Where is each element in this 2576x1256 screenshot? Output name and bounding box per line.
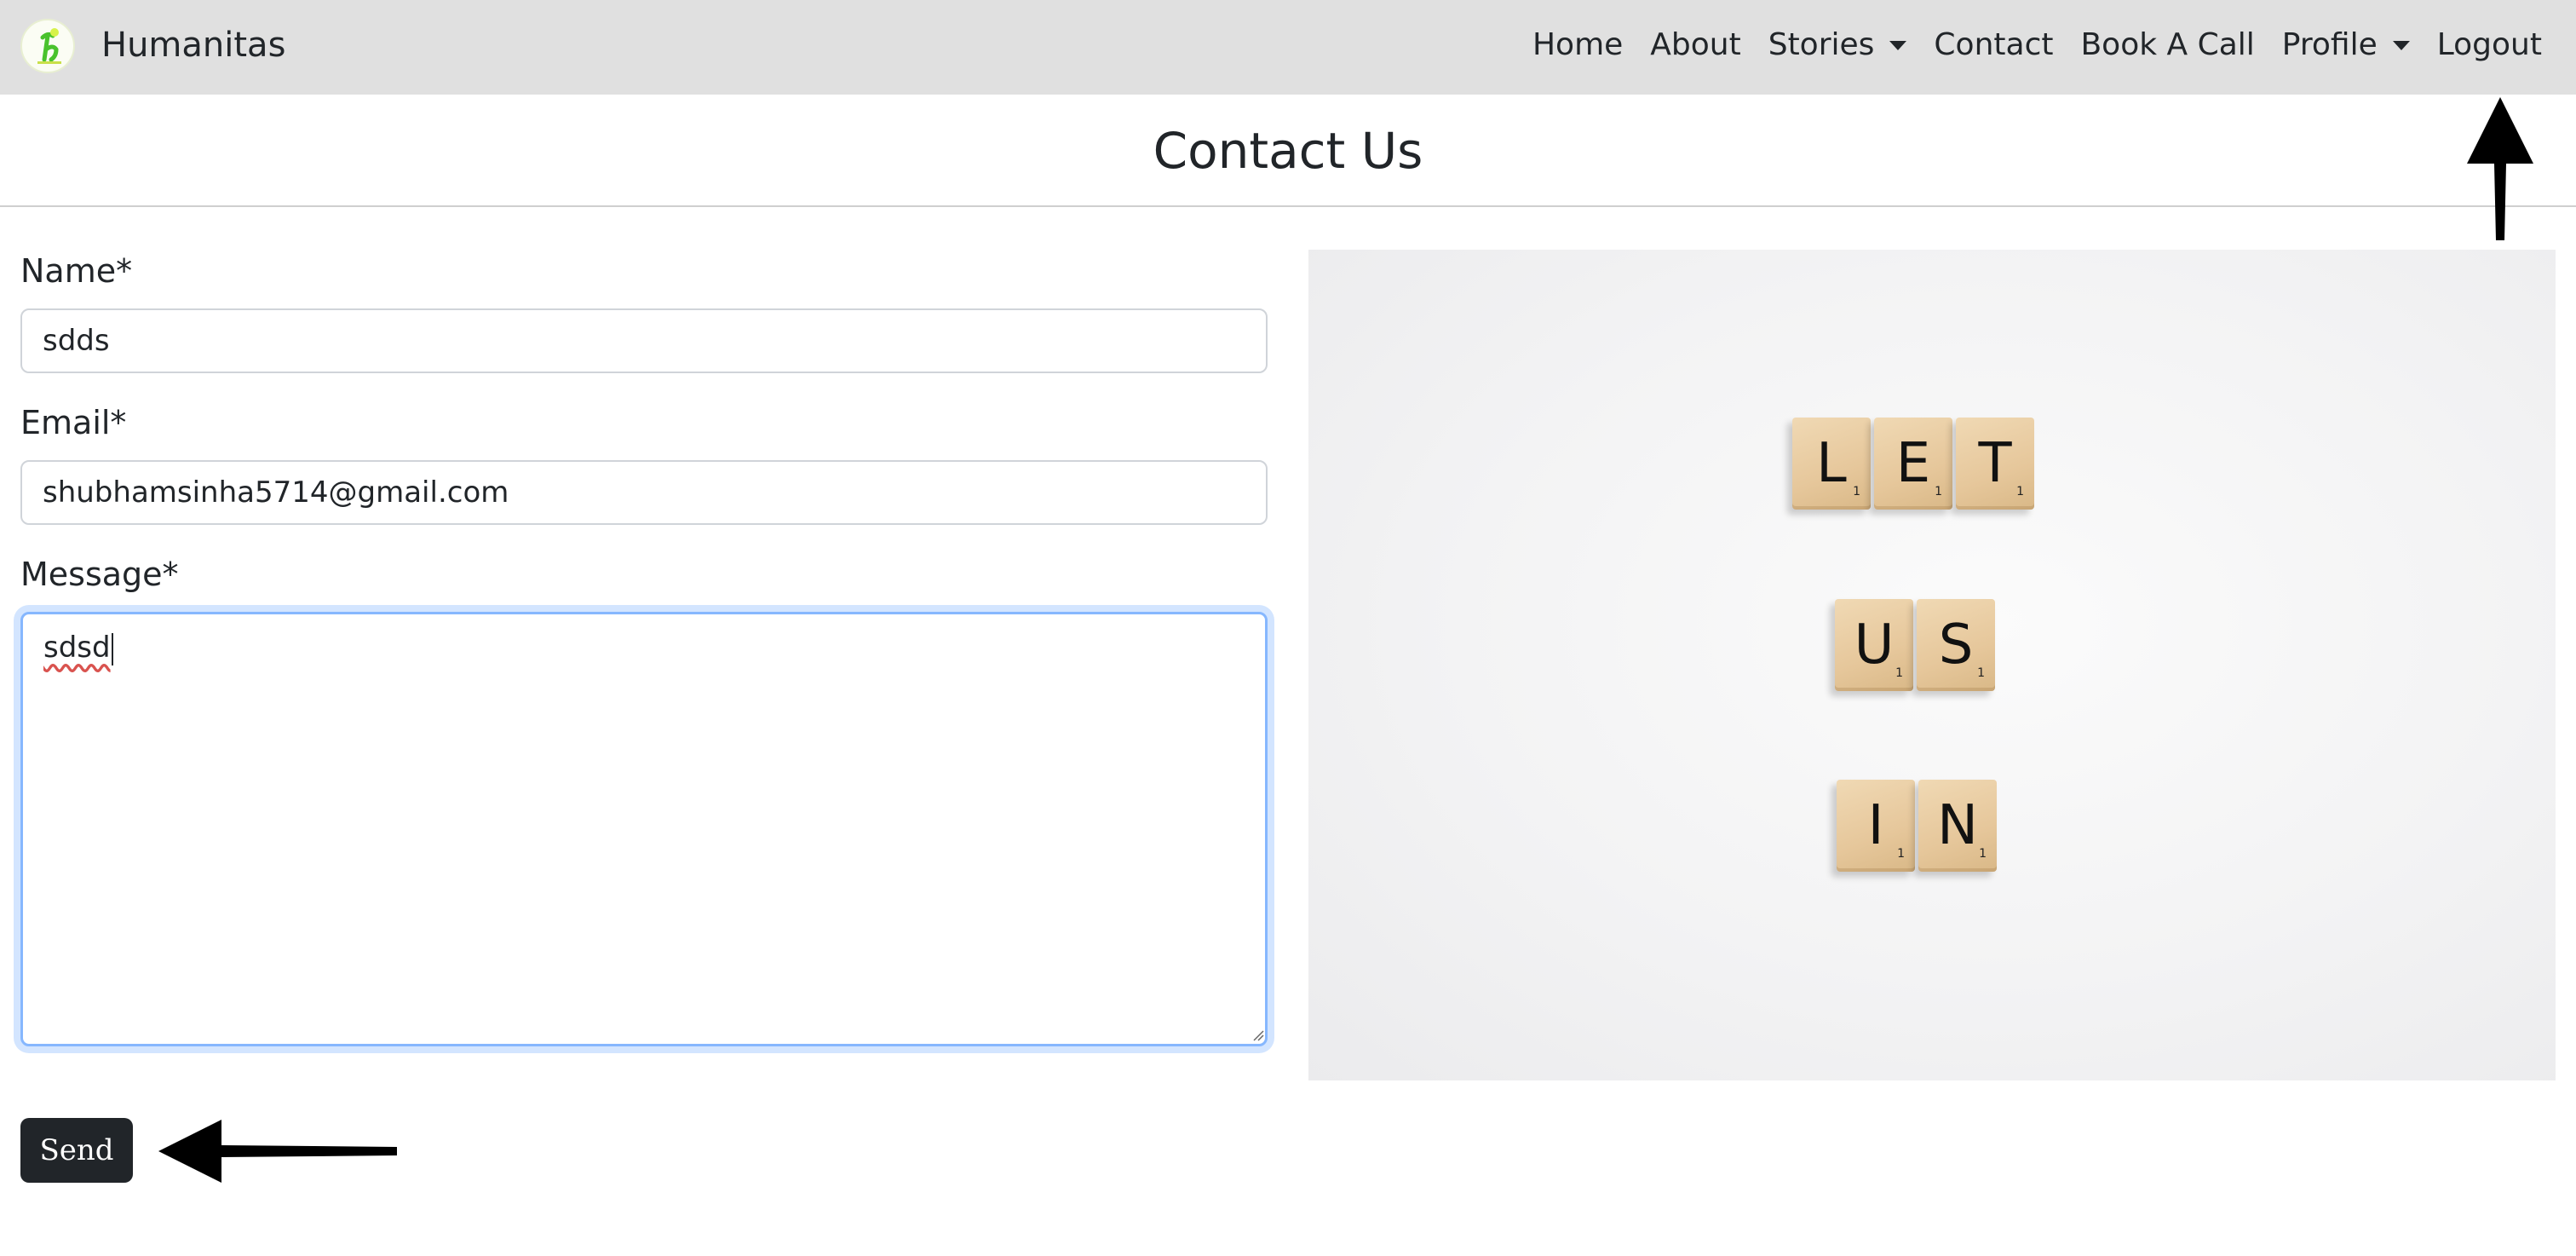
- nav-dropdown-profile[interactable]: Profile: [2282, 21, 2410, 69]
- scrabble-tile: E 1: [1874, 418, 1952, 510]
- nav-link-label: Logout: [2436, 27, 2542, 62]
- tile-score: 1: [1897, 847, 1905, 861]
- caret-down-icon: [2392, 40, 2410, 50]
- email-input[interactable]: [20, 460, 1268, 525]
- nav-link-label: Home: [1532, 27, 1624, 62]
- scrabble-tile: U 1: [1835, 599, 1913, 691]
- contact-image: L 1 E 1 T 1 U 1 S 1 I 1 N 1: [1308, 250, 2556, 1080]
- nav-link-label: Stories: [1768, 27, 1875, 62]
- text-cursor: [111, 632, 113, 665]
- page-title: Contact Us: [1153, 122, 1423, 180]
- nav-link-about[interactable]: About: [1650, 21, 1740, 69]
- nav-link-label: Contact: [1934, 27, 2054, 62]
- nav-link-contact[interactable]: Contact: [1934, 21, 2053, 69]
- nav-link-logout[interactable]: Logout: [2437, 21, 2542, 69]
- tile-score: 1: [1935, 485, 1942, 498]
- name-label: Name*: [20, 252, 133, 290]
- nav-link-label: About: [1650, 27, 1741, 62]
- caret-down-icon: [1889, 40, 1907, 50]
- resize-grip-icon[interactable]: [1252, 1029, 1264, 1041]
- tile-score: 1: [1853, 485, 1860, 498]
- tile-row-us: U 1 S 1: [1835, 599, 1995, 691]
- message-label: Message*: [20, 556, 179, 593]
- navbar: Humanitas Home About Stories Contact Boo…: [0, 0, 2576, 95]
- page-header: Contact Us: [0, 95, 2576, 207]
- name-input[interactable]: [20, 308, 1268, 373]
- nav-link-label: Profile: [2281, 27, 2378, 62]
- tile-row-let: L 1 E 1 T 1: [1792, 418, 2034, 510]
- scrabble-tile: I 1: [1837, 780, 1915, 872]
- message-text: sdsd: [43, 631, 111, 665]
- scrabble-tile: N 1: [1918, 780, 1997, 872]
- tile-score: 1: [2016, 485, 2024, 498]
- scrabble-tile: T 1: [1956, 418, 2034, 510]
- tile-score: 1: [1977, 666, 1985, 680]
- send-button[interactable]: Send: [20, 1118, 133, 1183]
- nav-link-home[interactable]: Home: [1532, 21, 1623, 69]
- nav-links: Home About Stories Contact Book A Call P…: [1532, 21, 2542, 69]
- arrow-up-icon: [2467, 97, 2533, 240]
- arrow-left-icon: [158, 1120, 397, 1183]
- tile-score: 1: [1979, 847, 1987, 861]
- humanitas-logo-icon[interactable]: [20, 19, 75, 73]
- scrabble-tile: S 1: [1917, 599, 1995, 691]
- brand-name[interactable]: Humanitas: [101, 21, 285, 69]
- scrabble-tile: L 1: [1792, 418, 1871, 510]
- tile-row-in: I 1 N 1: [1837, 780, 1997, 872]
- email-label: Email*: [20, 404, 127, 441]
- tile-score: 1: [1895, 666, 1903, 680]
- nav-link-label: Book A Call: [2080, 27, 2255, 62]
- nav-link-book-a-call[interactable]: Book A Call: [2080, 21, 2254, 69]
- message-textarea[interactable]: sdsd: [20, 612, 1268, 1046]
- nav-dropdown-stories[interactable]: Stories: [1768, 21, 1907, 69]
